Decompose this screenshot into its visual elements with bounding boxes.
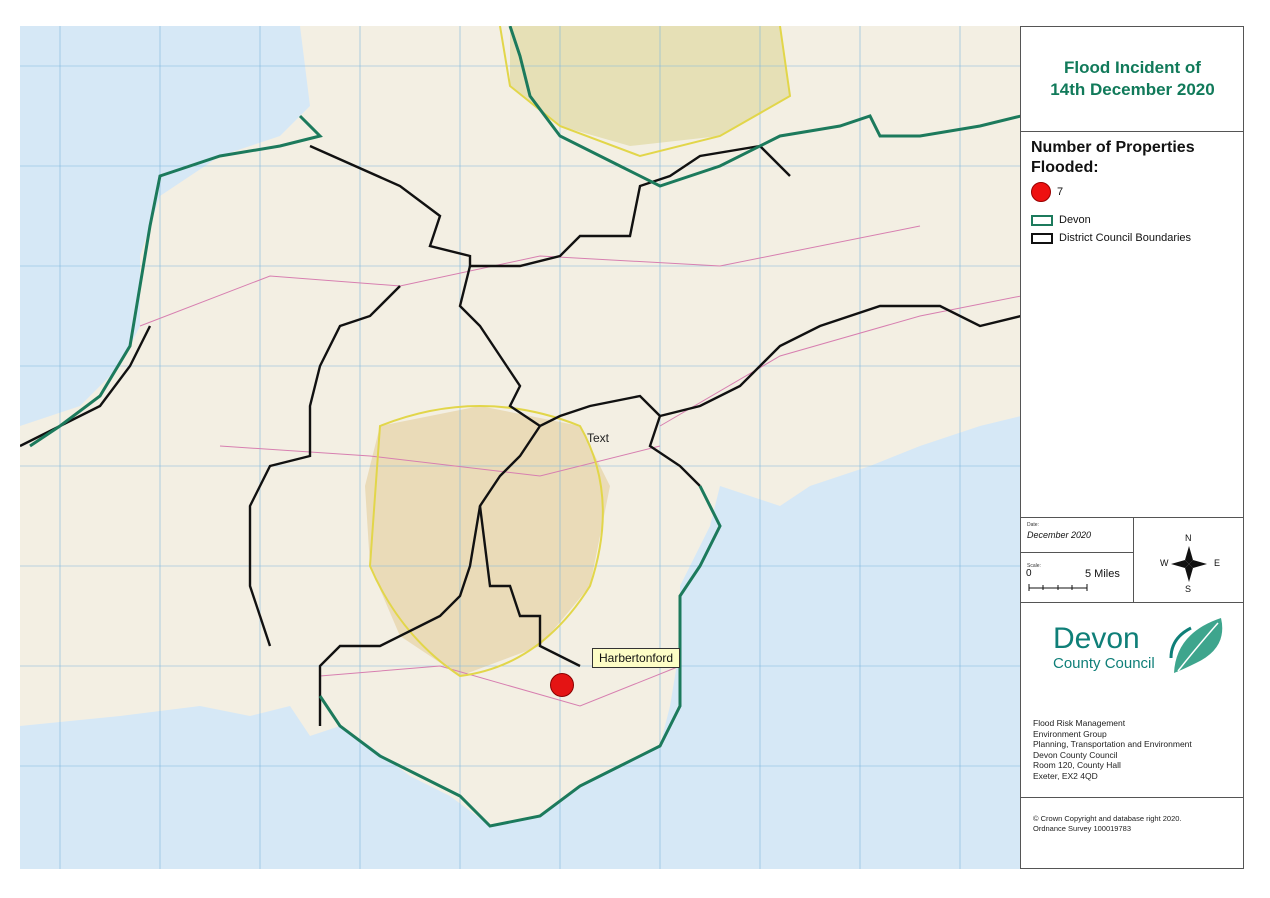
copyright-text: © Crown Copyright and database right 202…	[1033, 814, 1182, 833]
address-block: Flood Risk Management Environment Group …	[1033, 718, 1192, 781]
legend-heading: Number of Properties Flooded:	[1031, 139, 1195, 176]
north-arrow: N S E W	[1134, 518, 1244, 603]
red-dot-icon	[1031, 182, 1051, 202]
title-line-1: Flood Incident of	[1064, 57, 1201, 77]
harbertonford-callout: Harbertonford	[592, 648, 681, 668]
date-scale-box: Date: December 2020 Scale: 0 5 Miles	[1021, 518, 1134, 603]
compass-e: E	[1214, 558, 1221, 568]
logo-county-council: County Council	[1053, 655, 1155, 672]
organisation-section: Devon County Council Flood Risk Manageme…	[1021, 603, 1244, 798]
legend-item-devon: Devon	[1031, 214, 1091, 226]
scale-bar-icon	[1028, 584, 1088, 591]
logo-devon: Devon	[1053, 622, 1140, 655]
map-canvas	[20, 26, 1020, 869]
title-section: Flood Incident of 14th December 2020	[1021, 26, 1244, 132]
leaf-logo-icon	[1169, 618, 1223, 673]
district-box-icon	[1031, 232, 1053, 244]
legend-item-district: District Council Boundaries	[1031, 232, 1191, 244]
copyright-section: © Crown Copyright and database right 202…	[1021, 798, 1244, 869]
info-section: Date: December 2020 Scale: 0 5 Miles N S…	[1021, 518, 1244, 603]
legend-item-properties: 7	[1031, 182, 1063, 202]
legend-section: Number of Properties Flooded: 7 Devon Di…	[1021, 132, 1244, 518]
compass-n: N	[1185, 533, 1192, 543]
flood-incident-marker[interactable]	[550, 673, 574, 697]
legend-panel: Flood Incident of 14th December 2020 Num…	[1021, 26, 1244, 869]
title-line-2: 14th December 2020	[1050, 79, 1215, 99]
compass-w: W	[1160, 558, 1169, 568]
compass-s: S	[1185, 584, 1192, 594]
devon-box-icon	[1031, 214, 1053, 226]
map-text-label: Text	[587, 431, 610, 445]
map-view[interactable]: Text Harbertonford	[20, 26, 1021, 869]
